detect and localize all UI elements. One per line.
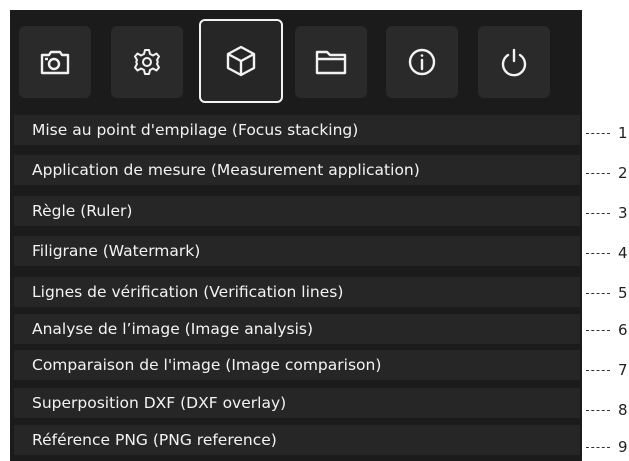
power-icon	[499, 47, 529, 77]
callout-number: 9	[618, 438, 628, 456]
menu-item-image-analysis[interactable]: Analyse de l’image (Image analysis)	[14, 314, 580, 344]
menu-item-verification-lines[interactable]: Lignes de vérification (Verification lin…	[14, 277, 580, 307]
menu-item-image-comparison[interactable]: Comparaison de l'image (Image comparison…	[14, 350, 580, 380]
callout-2: 2	[586, 163, 628, 183]
settings-button[interactable]	[111, 26, 183, 98]
callout-3: 3	[586, 203, 628, 223]
callout-number: 8	[618, 401, 628, 419]
toolbar	[10, 10, 582, 107]
info-button[interactable]	[386, 26, 458, 98]
callout-7: 7	[586, 360, 628, 380]
callout-5: 5	[586, 283, 628, 303]
menu-item-ruler[interactable]: Règle (Ruler)	[14, 196, 580, 226]
callout-8: 8	[586, 400, 628, 420]
folder-button[interactable]	[295, 26, 367, 98]
callout-number: 4	[618, 244, 628, 262]
callout-9: 9	[586, 437, 628, 457]
menu-item-watermark[interactable]: Filigrane (Watermark)	[14, 236, 580, 266]
callout-number: 2	[618, 164, 628, 182]
gear-icon	[132, 47, 162, 77]
menu-item-dxf-overlay[interactable]: Superposition DXF (DXF overlay)	[14, 388, 580, 418]
callout-number: 3	[618, 204, 628, 222]
folder-icon	[314, 48, 348, 76]
cube-icon	[224, 44, 258, 78]
menu-item-measurement-application[interactable]: Application de mesure (Measurement appli…	[14, 155, 580, 185]
tools-button[interactable]	[199, 19, 283, 103]
camera-button[interactable]	[19, 26, 91, 98]
power-button[interactable]	[478, 26, 550, 98]
callout-6: 6	[586, 320, 628, 340]
callout-number: 6	[618, 321, 628, 339]
callout-4: 4	[586, 243, 628, 263]
menu-item-focus-stacking[interactable]: Mise au point d'empilage (Focus stacking…	[14, 115, 580, 145]
callout-number: 7	[618, 361, 628, 379]
menu-item-png-reference[interactable]: Référence PNG (PNG reference)	[14, 425, 580, 455]
callout-1: 1	[586, 123, 628, 143]
camera-icon	[39, 48, 71, 76]
callout-number: 1	[618, 124, 628, 142]
info-icon	[407, 47, 437, 77]
callout-number: 5	[618, 284, 628, 302]
